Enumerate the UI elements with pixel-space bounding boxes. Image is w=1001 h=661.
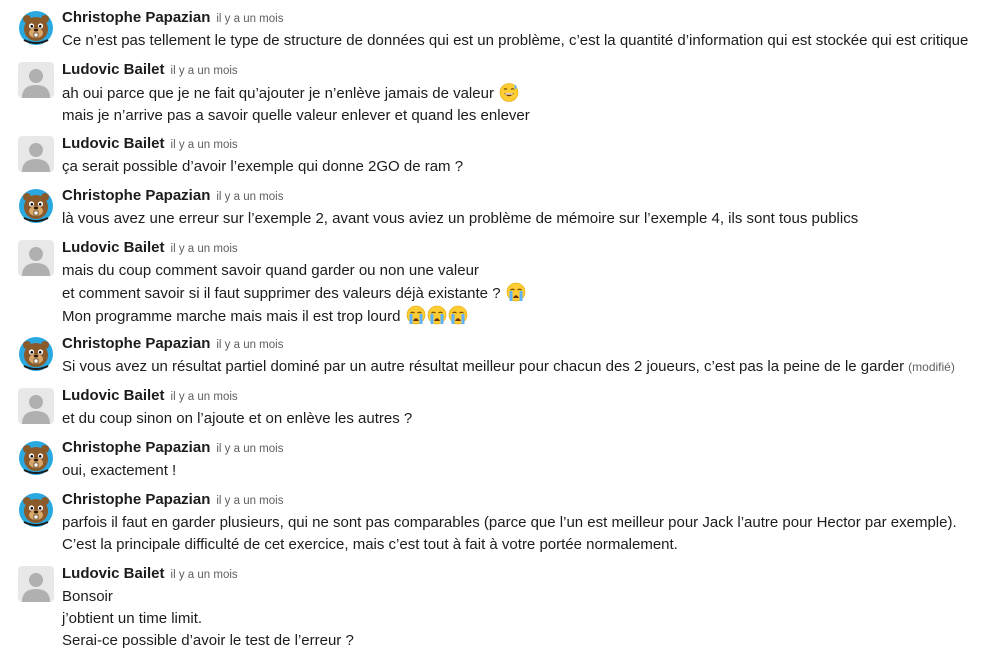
edited-label: (modifié) xyxy=(908,360,955,374)
author-name[interactable]: Ludovic Bailet xyxy=(62,135,165,152)
beaver-avatar-icon xyxy=(18,336,54,372)
timestamp[interactable]: il y a un mois xyxy=(171,243,238,255)
avatar[interactable] xyxy=(18,492,54,528)
message-header: Christophe Papazian il y a un mois xyxy=(62,8,283,29)
author-name[interactable]: Christophe Papazian xyxy=(62,187,210,204)
avatar[interactable] xyxy=(18,10,54,46)
author-name[interactable]: Ludovic Bailet xyxy=(62,61,165,78)
message-header: Christophe Papazian il y a un mois xyxy=(62,438,283,459)
message-text-line: et comment savoir si il faut supprimer d… xyxy=(62,282,987,305)
message-text: Si vous avez un résultat partiel dominé … xyxy=(62,358,905,375)
default-user-avatar-icon xyxy=(18,566,54,602)
message-body: parfois il faut en garder plusieurs, qui… xyxy=(62,512,987,556)
message-body: ah oui parce que je ne fait qu’ajouter j… xyxy=(62,82,987,127)
message-header: Christophe Papazian il y a un mois xyxy=(62,490,283,511)
message-text: mais je n’arrive pas a savoir quelle val… xyxy=(62,107,530,124)
default-user-avatar-icon xyxy=(18,240,54,276)
timestamp[interactable]: il y a un mois xyxy=(216,191,283,203)
message-text: Bonsoir xyxy=(62,588,113,605)
timestamp[interactable]: il y a un mois xyxy=(216,495,283,507)
message-header: Ludovic Bailet il y a un mois xyxy=(62,60,238,81)
message-text: et comment savoir si il faut supprimer d… xyxy=(62,285,501,302)
message-body: oui, exactement ! xyxy=(62,460,987,482)
message-header: Ludovic Bailet il y a un mois xyxy=(62,134,238,155)
message-header: Ludovic Bailet il y a un mois xyxy=(62,386,238,407)
message-text-line: Si vous avez un résultat partiel dominé … xyxy=(62,356,987,378)
loudly-crying-emoji-icon xyxy=(427,305,447,325)
default-user-avatar-icon xyxy=(18,62,54,98)
beaver-avatar-icon xyxy=(18,492,54,528)
message-header: Ludovic Bailet il y a un mois xyxy=(62,564,238,585)
avatar[interactable] xyxy=(18,136,54,172)
avatar[interactable] xyxy=(18,566,54,602)
message-header: Christophe Papazian il y a un mois xyxy=(62,186,283,207)
loudly-crying-emoji-icon xyxy=(448,305,468,325)
avatar[interactable] xyxy=(18,440,54,476)
message-header: Ludovic Bailet il y a un mois xyxy=(62,238,238,259)
message-text: mais du coup comment savoir quand garder… xyxy=(62,262,479,279)
grinning-sweat-emoji-icon xyxy=(499,82,519,102)
author-name[interactable]: Ludovic Bailet xyxy=(62,239,165,256)
default-user-avatar-icon xyxy=(18,136,54,172)
message-text: là vous avez une erreur sur l’exemple 2,… xyxy=(62,210,859,227)
default-user-avatar-icon xyxy=(18,388,54,424)
message-body: Bonsoir j’obtient un time limit. Serai-c… xyxy=(62,586,987,652)
beaver-avatar-icon xyxy=(18,188,54,224)
message-text: et du coup sinon on l’ajoute et on enlèv… xyxy=(62,410,413,427)
message-text-line: ah oui parce que je ne fait qu’ajouter j… xyxy=(62,82,987,105)
message-body: Si vous avez un résultat partiel dominé … xyxy=(62,356,987,378)
author-name[interactable]: Christophe Papazian xyxy=(62,439,210,456)
author-name[interactable]: Christophe Papazian xyxy=(62,9,210,26)
avatar[interactable] xyxy=(18,240,54,276)
message-body: mais du coup comment savoir quand garder… xyxy=(62,260,987,328)
author-name[interactable]: Christophe Papazian xyxy=(62,335,210,352)
beaver-avatar-icon xyxy=(18,440,54,476)
author-name[interactable]: Ludovic Bailet xyxy=(62,565,165,582)
timestamp[interactable]: il y a un mois xyxy=(171,569,238,581)
message-text: Serai-ce possible d’avoir le test de l’e… xyxy=(62,632,354,649)
avatar[interactable] xyxy=(18,388,54,424)
timestamp[interactable]: il y a un mois xyxy=(171,391,238,403)
message-text: parfois il faut en garder plusieurs, qui… xyxy=(62,514,957,553)
message-body: et du coup sinon on l’ajoute et on enlèv… xyxy=(62,408,987,430)
message-text: Ce n’est pas tellement le type de struct… xyxy=(62,32,969,49)
loudly-crying-emoji-icon xyxy=(406,305,426,325)
message-text: ça serait possible d’avoir l’exemple qui… xyxy=(62,158,464,175)
message-header: Christophe Papazian il y a un mois xyxy=(62,334,283,355)
message-body: ça serait possible d’avoir l’exemple qui… xyxy=(62,156,987,178)
avatar[interactable] xyxy=(18,188,54,224)
timestamp[interactable]: il y a un mois xyxy=(216,13,283,25)
timestamp[interactable]: il y a un mois xyxy=(171,65,238,77)
timestamp[interactable]: il y a un mois xyxy=(171,139,238,151)
message-text-line: Mon programme marche mais mais il est tr… xyxy=(62,305,987,328)
timestamp[interactable]: il y a un mois xyxy=(216,339,283,351)
avatar[interactable] xyxy=(18,62,54,98)
avatar[interactable] xyxy=(18,336,54,372)
message-body: Ce n’est pas tellement le type de struct… xyxy=(62,30,987,52)
beaver-avatar-icon xyxy=(18,10,54,46)
author-name[interactable]: Ludovic Bailet xyxy=(62,387,165,404)
timestamp[interactable]: il y a un mois xyxy=(216,443,283,455)
message-text: ah oui parce que je ne fait qu’ajouter j… xyxy=(62,85,494,102)
message-text: j’obtient un time limit. xyxy=(62,610,203,627)
loudly-crying-emoji-icon xyxy=(506,282,526,302)
message-text: Mon programme marche mais mais il est tr… xyxy=(62,308,401,325)
author-name[interactable]: Christophe Papazian xyxy=(62,491,210,508)
message-body: là vous avez une erreur sur l’exemple 2,… xyxy=(62,208,987,230)
message-text: oui, exactement ! xyxy=(62,462,177,479)
